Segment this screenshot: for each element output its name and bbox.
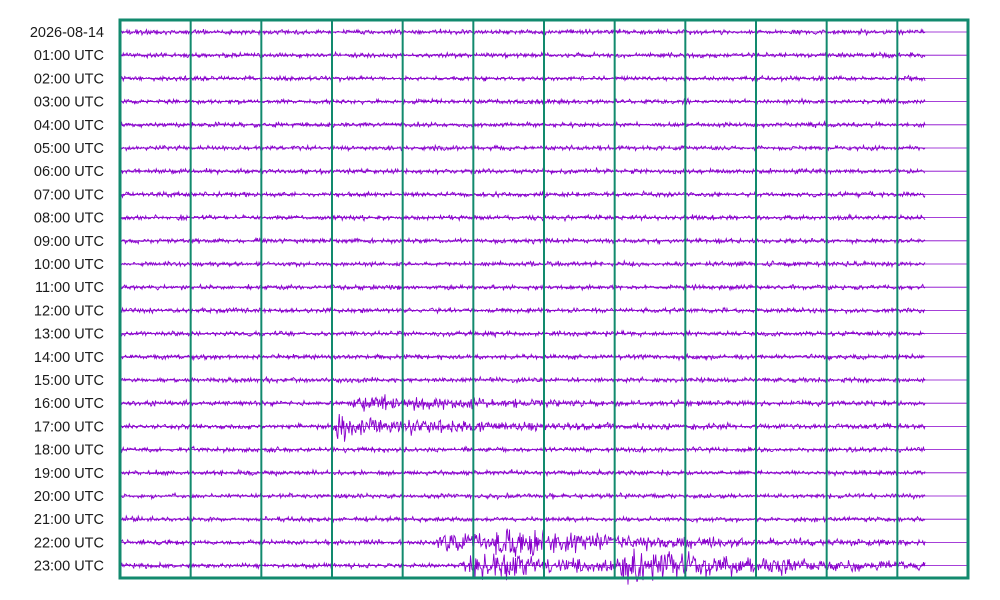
trace-row	[120, 514, 926, 524]
trace-row	[120, 50, 926, 60]
trace-row	[120, 119, 926, 130]
row-label: 07:00 UTC	[34, 187, 104, 203]
row-label: 04:00 UTC	[34, 118, 104, 134]
trace-row	[120, 445, 926, 454]
row-label: 13:00 UTC	[34, 327, 104, 343]
seismic-traces	[120, 27, 926, 585]
row-label: 14:00 UTC	[34, 350, 104, 366]
row-label: 11:00 UTC	[35, 280, 104, 296]
row-label: 03:00 UTC	[34, 95, 104, 111]
trace-row	[120, 143, 926, 153]
trace-row	[120, 394, 926, 412]
row-label: 01:00 UTC	[34, 48, 104, 64]
row-label: 06:00 UTC	[34, 164, 104, 180]
row-label: 23:00 UTC	[34, 559, 104, 575]
row-label: 20:00 UTC	[34, 489, 104, 505]
row-label: 15:00 UTC	[34, 373, 104, 389]
row-label: 10:00 UTC	[34, 257, 104, 273]
row-label: 19:00 UTC	[34, 466, 104, 482]
row-label: 09:00 UTC	[34, 234, 104, 250]
trace-row	[120, 74, 926, 83]
row-label: 02:00 UTC	[34, 71, 104, 87]
trace-row	[120, 414, 926, 442]
trace-row	[120, 375, 926, 385]
helicorder-chart: 2026-08-14 01:00 UTC 02:00 UTC 03:00 UTC 04:…	[30, 18, 970, 585]
minute-gridlines	[189, 20, 899, 578]
row-label: 12:00 UTC	[34, 303, 104, 319]
row-label: 16:00 UTC	[34, 396, 104, 412]
row-label: 2026-08-14	[30, 25, 104, 41]
row-label: 18:00 UTC	[34, 443, 104, 459]
row-label: 08:00 UTC	[34, 211, 104, 227]
row-label: 21:00 UTC	[34, 512, 104, 528]
row-label: 17:00 UTC	[34, 419, 104, 435]
trace-row	[120, 528, 926, 557]
row-label: 22:00 UTC	[34, 535, 104, 551]
trace-row	[120, 166, 926, 176]
row-labels: 2026-08-14 01:00 UTC 02:00 UTC 03:00 UTC 04:…	[30, 25, 104, 575]
row-label: 05:00 UTC	[34, 141, 104, 157]
